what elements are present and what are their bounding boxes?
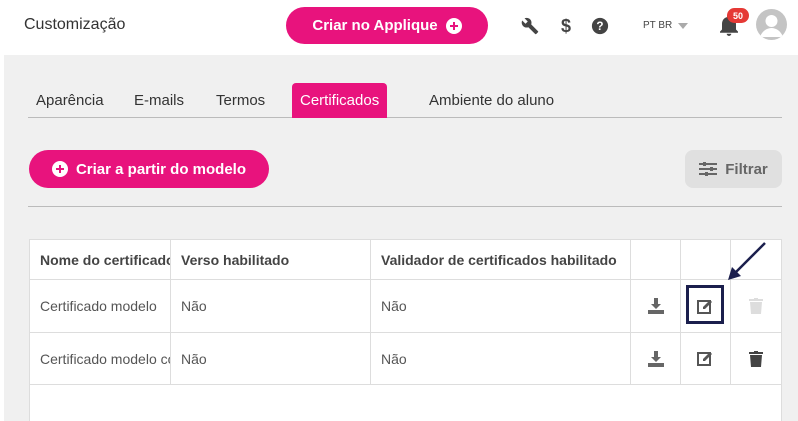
language-label: PT BR	[643, 20, 673, 31]
filter-button[interactable]: Filtrar	[685, 150, 782, 188]
trash-icon	[746, 296, 766, 316]
language-selector[interactable]: PT BR	[643, 20, 689, 31]
create-from-model-button[interactable]: Criar a partir do modelo	[29, 150, 269, 188]
edit-cell	[681, 333, 731, 384]
download-cell	[631, 280, 681, 332]
table-header-row: Nome do certificado Verso habilitado Val…	[30, 240, 781, 280]
plus-circle-icon	[445, 17, 462, 34]
trash-icon[interactable]	[746, 349, 766, 369]
download-icon[interactable]	[646, 349, 666, 369]
help-icon[interactable]: ?	[590, 16, 610, 36]
main-panel: Aparência E-mails Termos Certificados Am…	[4, 55, 798, 421]
column-header-download	[631, 240, 681, 279]
validator-enabled-cell: Não	[371, 333, 631, 384]
certificate-name-cell: Certificado modelo cópia	[30, 333, 171, 384]
back-enabled-cell: Não	[171, 280, 371, 332]
edit-icon[interactable]	[696, 349, 716, 369]
table-row: Certificado modelo Não Não	[30, 280, 781, 333]
wrench-icon[interactable]	[520, 16, 540, 36]
svg-text:?: ?	[596, 20, 603, 33]
chevron-down-icon	[678, 22, 689, 29]
tab-student-environment[interactable]: Ambiente do aluno	[421, 83, 562, 118]
annotation-highlight-box	[686, 285, 724, 324]
validator-enabled-cell: Não	[371, 280, 631, 332]
column-header-name: Nome do certificado	[30, 240, 171, 279]
tab-certificates[interactable]: Certificados	[292, 83, 388, 118]
avatar[interactable]	[756, 9, 787, 40]
filter-label: Filtrar	[725, 160, 768, 178]
tab-appearance[interactable]: Aparência	[28, 83, 112, 118]
download-cell	[631, 333, 681, 384]
tab-bar: Aparência E-mails Termos Certificados Am…	[28, 83, 782, 118]
dollar-icon[interactable]: $	[556, 16, 576, 36]
certificate-name-cell: Certificado modelo	[30, 280, 171, 332]
delete-cell	[731, 333, 781, 384]
notification-badge: 50	[727, 8, 749, 23]
filter-sliders-icon	[699, 162, 718, 176]
divider	[28, 206, 782, 207]
plus-circle-icon	[51, 161, 68, 177]
create-in-applique-button[interactable]: Criar no Applique	[286, 7, 488, 44]
create-label: Criar no Applique	[312, 17, 438, 34]
column-header-back: Verso habilitado	[171, 240, 371, 279]
top-bar: Customização Criar no Applique $ ? PT BR…	[0, 0, 798, 55]
download-icon[interactable]	[646, 296, 666, 316]
tab-emails[interactable]: E-mails	[126, 83, 192, 118]
create-from-model-label: Criar a partir do modelo	[75, 160, 247, 178]
column-header-validator: Validador de certificados habilitado	[371, 240, 631, 279]
back-enabled-cell: Não	[171, 333, 371, 384]
table-row: Certificado modelo cópia Não Não	[30, 333, 781, 385]
tab-terms[interactable]: Termos	[208, 83, 273, 118]
page-title: Customização	[24, 16, 126, 33]
certificates-table: Nome do certificado Verso habilitado Val…	[29, 239, 782, 421]
annotation-arrow-icon	[728, 242, 766, 280]
